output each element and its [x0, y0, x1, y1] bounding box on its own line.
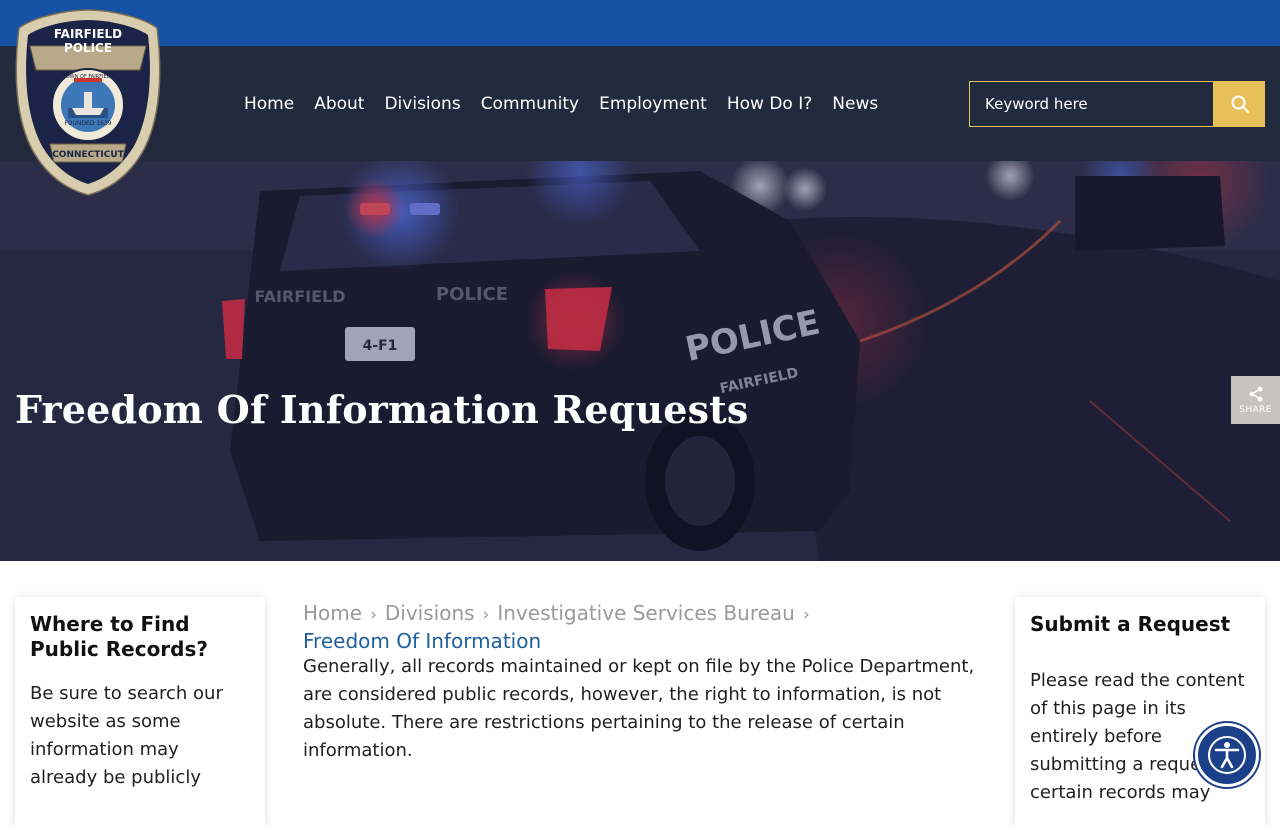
- page-title: Freedom Of Information Requests: [15, 387, 749, 432]
- breadcrumb-separator: ›: [802, 605, 810, 625]
- content-paragraph-1: Generally, all records maintained or kep…: [303, 656, 975, 761]
- search-input[interactable]: [969, 81, 1214, 127]
- submit-request-card: Submit a Request Please read the content…: [1015, 597, 1265, 827]
- breadcrumb-divisions[interactable]: Divisions: [385, 601, 475, 625]
- public-records-title: Where to Find Public Records?: [30, 612, 208, 661]
- accessibility-icon: [1208, 736, 1246, 774]
- nav-item-divisions[interactable]: Divisions: [384, 90, 460, 118]
- breadcrumb-current: Freedom Of Information: [303, 629, 542, 653]
- breadcrumb-home[interactable]: Home: [303, 601, 362, 625]
- submit-request-title: Submit a Request: [1030, 612, 1231, 636]
- hero-banner: 4-F1 FAIRFIELD POLICE POLICE FAIRFIELD F…: [0, 161, 1280, 561]
- share-label: SHARE: [1239, 404, 1272, 415]
- share-icon: [1249, 386, 1262, 401]
- top-strip: [0, 0, 1280, 46]
- public-records-card: Where to Find Public Records? Be sure to…: [15, 597, 265, 827]
- main-nav: Home About Divisions Community Employmen…: [244, 90, 898, 118]
- logo-line2: POLICE: [64, 41, 112, 55]
- logo-arc: TOWN OF FAIRFIELD: [62, 74, 114, 80]
- logo-state: CONNECTICUT: [52, 150, 124, 160]
- breadcrumb: Home › Divisions › Investigative Services Bu…: [303, 600, 983, 654]
- nav-item-how-do-i[interactable]: How Do I?: [727, 90, 812, 118]
- nav-item-about[interactable]: About: [314, 90, 364, 118]
- nav-item-employment[interactable]: Employment: [599, 90, 707, 118]
- accessibility-button[interactable]: [1195, 723, 1259, 787]
- site-search: [969, 81, 1265, 127]
- main-content: Generally, all records maintained or kep…: [303, 653, 975, 793]
- nav-item-news[interactable]: News: [832, 90, 878, 118]
- share-button[interactable]: SHARE: [1231, 376, 1280, 424]
- public-records-text: Be sure to search our website as some in…: [30, 683, 223, 788]
- logo-founded: FOUNDED 1639: [64, 120, 111, 127]
- fairfield-police-logo[interactable]: FAIRFIELD POLICE FOUNDED 1639 TOWN OF FA…: [12, 8, 164, 198]
- search-button[interactable]: [1214, 81, 1265, 127]
- breadcrumb-investigative-services[interactable]: Investigative Services Bureau: [497, 601, 795, 625]
- breadcrumb-separator: ›: [482, 605, 490, 625]
- search-icon: [1231, 95, 1249, 113]
- nav-item-community[interactable]: Community: [481, 90, 579, 118]
- breadcrumb-separator: ›: [370, 605, 377, 625]
- logo-line1: FAIRFIELD: [54, 27, 122, 41]
- nav-item-home[interactable]: Home: [244, 90, 294, 118]
- hero-police-car-image: 4-F1 FAIRFIELD POLICE POLICE FAIRFIELD: [0, 161, 1280, 561]
